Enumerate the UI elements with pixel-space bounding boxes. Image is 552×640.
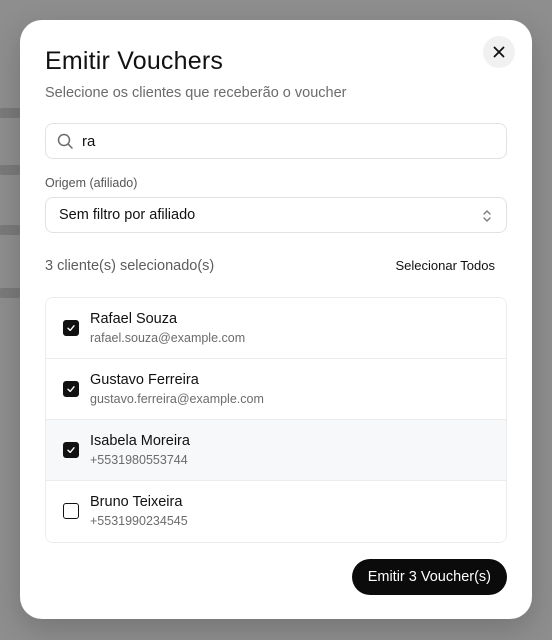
search-input[interactable] — [82, 124, 492, 158]
client-name: Rafael Souza — [90, 311, 178, 327]
search-field[interactable] — [45, 123, 507, 159]
check-icon — [67, 447, 75, 454]
check-icon — [67, 386, 75, 393]
close-button[interactable] — [483, 36, 515, 68]
client-contact: +5531980553744 — [90, 453, 188, 467]
client-checkbox[interactable] — [63, 503, 79, 519]
client-row[interactable]: Isabela Moreira +5531980553744 — [46, 420, 506, 481]
client-contact: rafael.souza@example.com — [90, 331, 246, 345]
client-checkbox[interactable] — [63, 320, 79, 336]
client-name: Bruno Teixeira — [90, 494, 183, 510]
dialog-title: Emitir Vouchers — [45, 47, 224, 75]
check-icon — [67, 325, 75, 332]
emit-vouchers-button[interactable]: Emitir 3 Voucher(s) — [351, 559, 507, 595]
affiliate-filter-label: Origem (afiliado) — [45, 176, 138, 190]
chevron-up-down-icon — [483, 210, 491, 222]
client-contact: +5531990234545 — [90, 514, 188, 528]
affiliate-filter-value: Sem filtro por afiliado — [59, 207, 196, 223]
select-all-button[interactable]: Selecionar Todos — [396, 258, 496, 273]
client-row[interactable]: Bruno Teixeira +5531990234545 — [46, 481, 506, 542]
client-contact: gustavo.ferreira@example.com — [90, 392, 264, 406]
backdrop-text-fragment — [0, 225, 20, 235]
search-icon — [57, 133, 73, 149]
client-list: Rafael Souza rafael.souza@example.com Gu… — [45, 297, 507, 543]
dialog-subtitle: Selecione os clientes que receberão o vo… — [45, 85, 347, 101]
backdrop-text-fragment — [0, 288, 20, 298]
client-row[interactable]: Rafael Souza rafael.souza@example.com — [46, 298, 506, 359]
backdrop-text-fragment — [0, 108, 20, 118]
client-checkbox[interactable] — [63, 442, 79, 458]
client-row[interactable]: Gustavo Ferreira gustavo.ferreira@exampl… — [46, 359, 506, 420]
backdrop-text-fragment — [0, 165, 20, 175]
close-icon — [493, 46, 505, 58]
emit-vouchers-dialog: Emitir Vouchers Selecione os clientes qu… — [20, 20, 532, 619]
client-checkbox[interactable] — [63, 381, 79, 397]
client-name: Gustavo Ferreira — [90, 372, 199, 388]
selected-count-text: 3 cliente(s) selecionado(s) — [45, 258, 215, 274]
affiliate-filter-select[interactable]: Sem filtro por afiliado — [45, 197, 507, 233]
client-name: Isabela Moreira — [90, 433, 190, 449]
